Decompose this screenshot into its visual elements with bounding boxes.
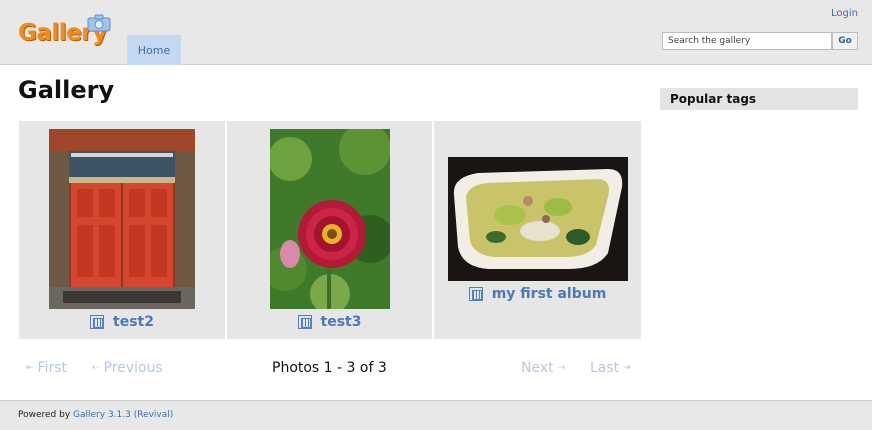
album-label: my first album [434, 286, 641, 302]
album-title-link[interactable]: test3 [321, 314, 362, 330]
footer-credit: Powered by Gallery 3.1.3 (Revival) [18, 410, 173, 420]
pager-previous-label: Previous [103, 360, 163, 376]
album-title-link[interactable]: test2 [113, 314, 154, 330]
page-title: Gallery [18, 76, 115, 104]
tab-home[interactable]: Home [127, 35, 181, 65]
album-thumb-cell[interactable]: my first album [434, 121, 641, 339]
pager-next: Next ⇢ [521, 360, 565, 376]
album-label: test3 [227, 314, 432, 330]
pager-last: Last ⇥ [590, 360, 631, 376]
album-thumbnail-image[interactable] [49, 129, 195, 309]
gallery-version-link[interactable]: Gallery 3.1.3 (Revival) [73, 410, 173, 420]
album-icon [297, 315, 312, 329]
footer: Powered by Gallery 3.1.3 (Revival) [0, 400, 872, 430]
last-arrow-icon: ⇥ [623, 363, 631, 373]
pager-next-label: Next [521, 360, 554, 376]
previous-arrow-icon: ⇠ [92, 363, 100, 373]
popular-tags-block: Popular tags [660, 88, 858, 110]
next-arrow-icon: ⇢ [557, 363, 566, 373]
footer-prefix: Powered by [18, 410, 74, 420]
album-icon [90, 315, 105, 329]
login-link[interactable]: Login [831, 8, 858, 19]
camera-icon [87, 14, 111, 32]
album-thumb-cell[interactable]: test3 [227, 121, 432, 339]
album-thumb-cell[interactable]: test2 [19, 121, 225, 339]
header: Gallery Login Home Go [0, 0, 872, 65]
search-go-button[interactable]: Go [832, 32, 858, 50]
pager-previous: ⇠ Previous [92, 360, 163, 376]
search-input[interactable] [662, 32, 832, 50]
pager-first-label: First [37, 360, 68, 376]
pager-first: ⇤ First [26, 360, 67, 376]
album-label: test2 [19, 314, 225, 330]
album-icon [468, 287, 483, 301]
album-title-link[interactable]: my first album [492, 286, 607, 302]
popular-tags-title: Popular tags [670, 92, 757, 106]
album-thumbnail-image[interactable] [270, 129, 390, 309]
pager-last-label: Last [590, 360, 620, 376]
gallery-logo[interactable]: Gallery [16, 12, 114, 56]
album-thumbnail-image[interactable] [448, 157, 628, 281]
pager-info: Photos 1 - 3 of 3 [272, 360, 387, 376]
first-arrow-icon: ⇤ [26, 363, 34, 373]
